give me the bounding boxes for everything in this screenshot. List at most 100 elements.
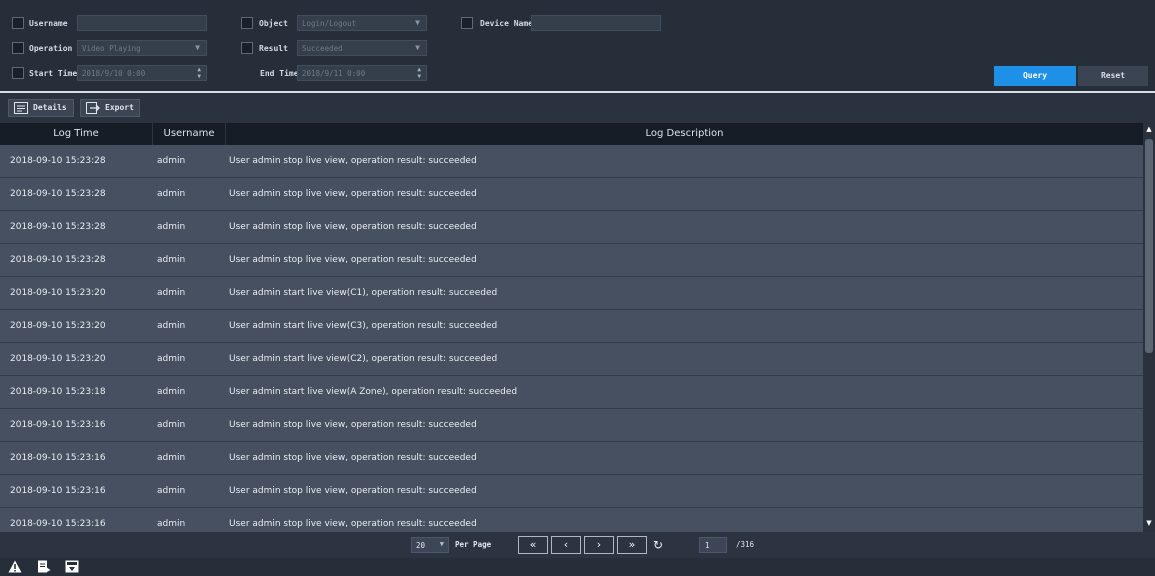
object-label: Object	[259, 19, 288, 28]
per-page-label: Per Page	[455, 540, 492, 549]
log-description-cell: User admin stop live view, operation res…	[229, 255, 477, 265]
double-chevron-left-icon: «	[529, 538, 537, 551]
export-icon	[86, 102, 100, 114]
log-description-cell: User admin start live view(C1), operatio…	[229, 288, 498, 298]
object-checkbox[interactable]	[241, 17, 253, 29]
column-header-username[interactable]: Username	[153, 123, 225, 145]
operation-label: Operation	[29, 44, 73, 53]
log-description-cell: User admin start live view(A Zone), oper…	[229, 387, 518, 397]
table-row[interactable]: 2018-09-10 15:23:18 admin User admin start…	[0, 376, 1143, 409]
table-row[interactable]: 2018-09-10 15:23:16 admin User admin stop …	[0, 442, 1143, 475]
vertical-scrollbar[interactable]: ▲ ▼	[1143, 123, 1155, 532]
username-cell: admin	[157, 222, 186, 232]
object-select[interactable]: Login/Logout ▼	[297, 15, 427, 31]
username-cell: admin	[157, 255, 186, 265]
spinner-icon[interactable]: ▲ ▼	[417, 66, 421, 80]
column-header-log-time[interactable]: Log Time	[0, 123, 152, 145]
log-time-cell: 2018-09-10 15:23:28	[10, 189, 106, 199]
operation-checkbox[interactable]	[12, 42, 24, 54]
details-label: Details	[33, 103, 67, 112]
end-time-label: End Time	[260, 69, 299, 78]
table-row[interactable]: 2018-09-10 15:23:28 admin User admin stop …	[0, 211, 1143, 244]
table-row[interactable]: 2018-09-10 15:23:28 admin User admin stop …	[0, 178, 1143, 211]
status-bar	[0, 558, 1155, 576]
username-cell: admin	[157, 387, 186, 397]
table-row[interactable]: 2018-09-10 15:23:28 admin User admin stop …	[0, 145, 1143, 178]
scrollbar-thumb[interactable]	[1145, 139, 1153, 353]
column-header-log-description[interactable]: Log Description	[226, 123, 1143, 145]
export-button[interactable]: Export	[80, 99, 140, 117]
chevron-left-icon: ‹	[563, 538, 569, 551]
log-time-cell: 2018-09-10 15:23:28	[10, 255, 106, 265]
spinner-icon[interactable]: ▲ ▼	[197, 66, 201, 80]
table-row[interactable]: 2018-09-10 15:23:16 admin User admin stop …	[0, 508, 1143, 532]
log-time-cell: 2018-09-10 15:23:18	[10, 387, 106, 397]
next-page-button[interactable]: ›	[584, 536, 614, 554]
log-time-cell: 2018-09-10 15:23:28	[10, 222, 106, 232]
operation-select[interactable]: Video Playing ▼	[77, 40, 207, 56]
table-row[interactable]: 2018-09-10 15:23:16 admin User admin stop …	[0, 475, 1143, 508]
filter-panel: Username Object Login/Logout ▼ Device Na…	[0, 0, 1155, 93]
chevron-down-icon: ▼	[439, 540, 444, 548]
log-time-cell: 2018-09-10 15:23:16	[10, 486, 106, 496]
start-time-checkbox[interactable]	[12, 67, 24, 79]
object-select-value: Login/Logout	[302, 19, 357, 28]
per-page-select[interactable]: 20 ▼	[411, 537, 449, 553]
log-description-cell: User admin stop live view, operation res…	[229, 189, 477, 199]
username-cell: admin	[157, 321, 186, 331]
result-checkbox[interactable]	[241, 42, 253, 54]
log-time-cell: 2018-09-10 15:23:16	[10, 519, 106, 529]
page-number-input[interactable]: 1	[699, 537, 727, 553]
per-page-value: 20	[416, 541, 426, 550]
log-description-cell: User admin stop live view, operation res…	[229, 486, 477, 496]
first-page-button[interactable]: «	[518, 536, 548, 554]
last-page-button[interactable]: »	[617, 536, 647, 554]
username-checkbox[interactable]	[12, 17, 24, 29]
log-description-cell: User admin stop live view, operation res…	[229, 156, 477, 166]
query-button[interactable]: Query	[994, 66, 1076, 86]
table-header: Log Time Username Log Description	[0, 123, 1143, 145]
refresh-icon[interactable]: ↻	[653, 538, 663, 552]
chevron-down-icon: ▼	[415, 18, 420, 27]
table-row[interactable]: 2018-09-10 15:23:20 admin User admin start…	[0, 310, 1143, 343]
pagination-bar: 20 ▼ Per Page « ‹ › » ↻ 1 /316	[0, 532, 1155, 558]
toolbar: Details Export	[0, 93, 1155, 123]
table-row[interactable]: 2018-09-10 15:23:20 admin User admin start…	[0, 343, 1143, 376]
username-cell: admin	[157, 354, 186, 364]
previous-page-button[interactable]: ‹	[551, 536, 581, 554]
username-input[interactable]	[77, 15, 207, 31]
document-icon[interactable]	[37, 560, 51, 573]
result-select[interactable]: Succeeded ▼	[297, 40, 427, 56]
warning-icon[interactable]	[8, 560, 22, 573]
log-time-cell: 2018-09-10 15:23:16	[10, 453, 106, 463]
log-time-cell: 2018-09-10 15:23:16	[10, 420, 106, 430]
details-button[interactable]: Details	[8, 99, 74, 117]
table-row[interactable]: 2018-09-10 15:23:28 admin User admin stop …	[0, 244, 1143, 277]
start-time-label: Start Time	[29, 69, 78, 78]
chevron-down-icon: ▼	[415, 43, 420, 52]
start-time-input[interactable]: 2018/9/10 0:00 ▲ ▼	[77, 65, 207, 81]
download-icon[interactable]	[65, 560, 79, 573]
scroll-down-icon[interactable]: ▼	[1144, 519, 1154, 527]
username-cell: admin	[157, 486, 186, 496]
end-time-value: 2018/9/11 0:00	[302, 69, 366, 78]
table-row[interactable]: 2018-09-10 15:23:20 admin User admin start…	[0, 277, 1143, 310]
log-description-cell: User admin start live view(C2), operatio…	[229, 354, 498, 364]
username-cell: admin	[157, 453, 186, 463]
end-time-input[interactable]: 2018/9/11 0:00 ▲ ▼	[297, 65, 427, 81]
username-cell: admin	[157, 288, 186, 298]
username-label: Username	[29, 19, 68, 28]
device-name-checkbox[interactable]	[461, 17, 473, 29]
username-cell: admin	[157, 420, 186, 430]
log-time-cell: 2018-09-10 15:23:20	[10, 288, 106, 298]
table-row[interactable]: 2018-09-10 15:23:16 admin User admin stop …	[0, 409, 1143, 442]
table-body: 2018-09-10 15:23:28 admin User admin stop …	[0, 145, 1143, 532]
username-cell: admin	[157, 519, 186, 529]
scroll-up-icon[interactable]: ▲	[1144, 125, 1154, 133]
reset-button[interactable]: Reset	[1078, 66, 1148, 86]
log-description-cell: User admin stop live view, operation res…	[229, 222, 477, 232]
export-label: Export	[105, 103, 134, 112]
device-name-input[interactable]	[531, 15, 661, 31]
chevron-down-icon: ▼	[195, 43, 200, 52]
result-label: Result	[259, 44, 288, 53]
